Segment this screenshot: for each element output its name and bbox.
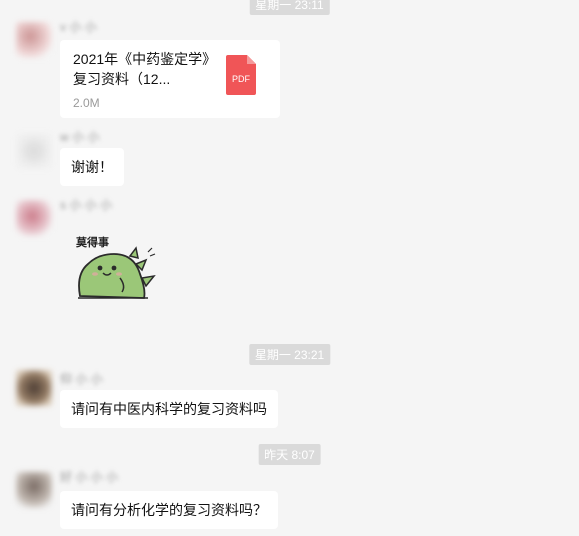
text-message[interactable]: 请问有分析化学的复习资料吗？ <box>60 491 278 529</box>
avatar[interactable] <box>16 472 52 508</box>
avatar[interactable] <box>16 133 52 169</box>
sender-name: s 小 小 小 <box>60 198 113 212</box>
dinosaur-sticker-icon <box>78 246 156 299</box>
sender-name: w 小 小 <box>60 130 100 144</box>
file-size: 2.0M <box>73 96 100 110</box>
chat-window: 星期一 23:11 v 小 小 2021年《中药鉴定学》复习资料（12... 2… <box>0 0 579 536</box>
avatar[interactable] <box>16 200 52 236</box>
sender-name: v 小 小 <box>60 20 97 34</box>
timestamp: 星期一 23:11 <box>249 0 330 15</box>
timestamp: 昨天 8:07 <box>258 444 321 465</box>
pdf-file-icon: PDF <box>226 55 256 95</box>
sender-name: 仰 小 小 <box>60 372 103 386</box>
avatar[interactable] <box>16 22 52 58</box>
text-message[interactable]: 请问有中医内科学的复习资料吗 <box>60 390 278 428</box>
file-name: 2021年《中药鉴定学》复习资料（12... <box>73 51 210 87</box>
file-message[interactable]: 2021年《中药鉴定学》复习资料（12... 2.0M PDF <box>60 40 280 118</box>
avatar[interactable] <box>16 370 52 406</box>
sender-name: 好 小 小 小 <box>60 470 119 484</box>
text-message[interactable]: 谢谢！ <box>60 148 124 186</box>
timestamp: 星期一 23:21 <box>248 344 331 365</box>
pdf-label: PDF <box>232 74 251 84</box>
sticker-message[interactable]: 莫得事 <box>68 234 163 304</box>
